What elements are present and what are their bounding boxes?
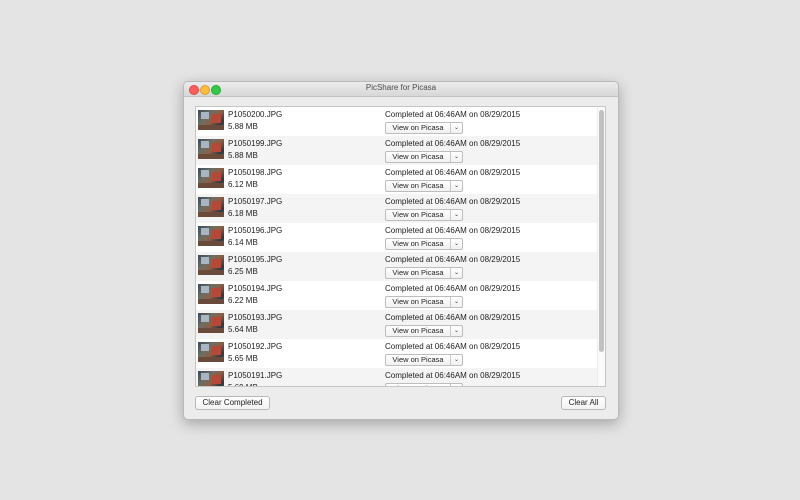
- photo-thumbnail: [198, 371, 224, 386]
- chevron-down-icon[interactable]: ⌄: [450, 123, 462, 133]
- upload-rows: P1050200.JPG 5.88 MB Completed at 06:46AM …: [196, 107, 605, 386]
- photo-thumbnail: [198, 342, 224, 362]
- photo-thumbnail: [198, 139, 224, 159]
- file-name: P1050194.JPG: [228, 284, 283, 293]
- photo-thumbnail: [198, 110, 224, 130]
- view-on-picasa-popup[interactable]: View on Picasa ⌄: [385, 325, 463, 337]
- view-on-picasa-popup[interactable]: View on Picasa ⌄: [385, 354, 463, 366]
- view-on-picasa-popup[interactable]: View on Picasa ⌄: [385, 267, 463, 279]
- upload-status: Completed at 06:46AM on 08/29/2015: [385, 284, 521, 293]
- file-size: 6.14 MB: [228, 238, 258, 247]
- upload-status: Completed at 06:46AM on 08/29/2015: [385, 371, 521, 380]
- upload-status: Completed at 06:46AM on 08/29/2015: [385, 197, 521, 206]
- vertical-scrollbar[interactable]: [597, 107, 605, 386]
- file-size: 5.65 MB: [228, 354, 258, 363]
- photo-thumbnail: [198, 284, 224, 304]
- view-on-picasa-popup[interactable]: View on Picasa⌄: [385, 383, 463, 386]
- view-on-picasa-popup[interactable]: View on Picasa ⌄: [385, 122, 463, 134]
- chevron-down-icon[interactable]: ⌄: [450, 210, 462, 220]
- chevron-down-icon[interactable]: ⌄: [450, 268, 462, 278]
- file-size: 6.22 MB: [228, 296, 258, 305]
- upload-status: Completed at 06:46AM on 08/29/2015: [385, 313, 521, 322]
- popup-label: View on Picasa: [392, 355, 444, 364]
- photo-thumbnail: [198, 313, 224, 333]
- view-on-picasa-popup[interactable]: View on Picasa ⌄: [385, 209, 463, 221]
- upload-row[interactable]: P1050200.JPG 5.88 MB Completed at 06:46AM …: [196, 107, 598, 136]
- view-on-picasa-popup[interactable]: View on Picasa ⌄: [385, 238, 463, 250]
- file-name: P1050193.JPG: [228, 313, 283, 322]
- upload-row[interactable]: P1050192.JPG 5.65 MB Completed at 06:46AM …: [196, 339, 598, 368]
- clear-all-button[interactable]: Clear All: [561, 396, 606, 410]
- upload-status: Completed at 06:46AM on 08/29/2015: [385, 168, 521, 177]
- upload-row[interactable]: P1050197.JPG 6.18 MB Completed at 06:46AM …: [196, 194, 598, 223]
- title-bar[interactable]: PicShare for Picasa: [184, 82, 618, 97]
- file-size: 5.88 MB: [228, 122, 258, 131]
- popup-label: View on Picasa: [392, 297, 444, 306]
- popup-label: View on Picasa: [392, 210, 444, 219]
- window-title: PicShare for Picasa: [365, 83, 437, 92]
- file-size: 5.88 MB: [228, 151, 258, 160]
- view-on-picasa-popup[interactable]: View on Picasa ⌄: [385, 180, 463, 192]
- file-name: P1050192.JPG: [228, 342, 283, 351]
- upload-row[interactable]: P1050191.JPG 5.69 MB Completed at 06:46AM …: [196, 368, 598, 386]
- upload-status: Completed at 06:46AM on 08/29/2015: [385, 226, 521, 235]
- view-on-picasa-popup[interactable]: View on Picasa ⌄: [385, 296, 463, 308]
- popup-label: View on Picasa: [392, 123, 444, 132]
- upload-row[interactable]: P1050199.JPG 5.88 MB Completed at 06:46AM …: [196, 136, 598, 165]
- file-size: 6.18 MB: [228, 209, 258, 218]
- chevron-down-icon[interactable]: ⌄: [450, 297, 462, 307]
- chevron-down-icon[interactable]: ⌄: [450, 384, 462, 386]
- file-name: P1050199.JPG: [228, 139, 283, 148]
- upload-status: Completed at 06:46AM on 08/29/2015: [385, 255, 521, 264]
- file-name: P1050195.JPG: [228, 255, 283, 264]
- upload-row[interactable]: P1050198.JPG 6.12 MB Completed at 06:46AM …: [196, 165, 598, 194]
- upload-status: Completed at 06:46AM on 08/29/2015: [385, 139, 521, 148]
- chevron-down-icon[interactable]: ⌄: [450, 326, 462, 336]
- upload-row[interactable]: P1050196.JPG 6.14 MB Completed at 06:46AM …: [196, 223, 598, 252]
- file-name: P1050196.JPG: [228, 226, 283, 235]
- desktop: PicShare for Picasa P1050200.JPG 5.88 MB C…: [0, 0, 800, 500]
- popup-label: View on Picasa: [392, 181, 444, 190]
- upload-list[interactable]: P1050200.JPG 5.88 MB Completed at 06:46AM …: [195, 106, 606, 387]
- photo-thumbnail: [198, 226, 224, 246]
- scrollbar-thumb[interactable]: [599, 110, 604, 352]
- view-on-picasa-popup[interactable]: View on Picasa ⌄: [385, 151, 463, 163]
- chevron-down-icon[interactable]: ⌄: [450, 239, 462, 249]
- file-name: P1050191.JPG: [228, 371, 283, 380]
- popup-label: View on Picasa: [386, 384, 450, 386]
- upload-row[interactable]: P1050194.JPG 6.22 MB Completed at 06:46AM …: [196, 281, 598, 310]
- picshare-window: PicShare for Picasa P1050200.JPG 5.88 MB C…: [183, 81, 619, 420]
- file-size: 5.69 MB: [228, 383, 258, 386]
- file-size: 6.12 MB: [228, 180, 258, 189]
- photo-thumbnail: [198, 255, 224, 275]
- photo-thumbnail: [198, 197, 224, 217]
- popup-label: View on Picasa: [392, 268, 444, 277]
- popup-label: View on Picasa: [392, 326, 444, 335]
- file-size: 6.25 MB: [228, 267, 258, 276]
- popup-label: View on Picasa: [392, 239, 444, 248]
- upload-status: Completed at 06:46AM on 08/29/2015: [385, 342, 521, 351]
- upload-row[interactable]: P1050193.JPG 5.64 MB Completed at 06:46AM …: [196, 310, 598, 339]
- file-name: P1050198.JPG: [228, 168, 283, 177]
- file-name: P1050197.JPG: [228, 197, 283, 206]
- file-name: P1050200.JPG: [228, 110, 283, 119]
- chevron-down-icon[interactable]: ⌄: [450, 355, 462, 365]
- upload-status: Completed at 06:46AM on 08/29/2015: [385, 110, 521, 119]
- popup-label: View on Picasa: [392, 152, 444, 161]
- photo-thumbnail: [198, 168, 224, 188]
- file-size: 5.64 MB: [228, 325, 258, 334]
- upload-row[interactable]: P1050195.JPG 6.25 MB Completed at 06:46AM …: [196, 252, 598, 281]
- chevron-down-icon[interactable]: ⌄: [450, 152, 462, 162]
- clear-completed-button[interactable]: Clear Completed: [195, 396, 270, 410]
- chevron-down-icon[interactable]: ⌄: [450, 181, 462, 191]
